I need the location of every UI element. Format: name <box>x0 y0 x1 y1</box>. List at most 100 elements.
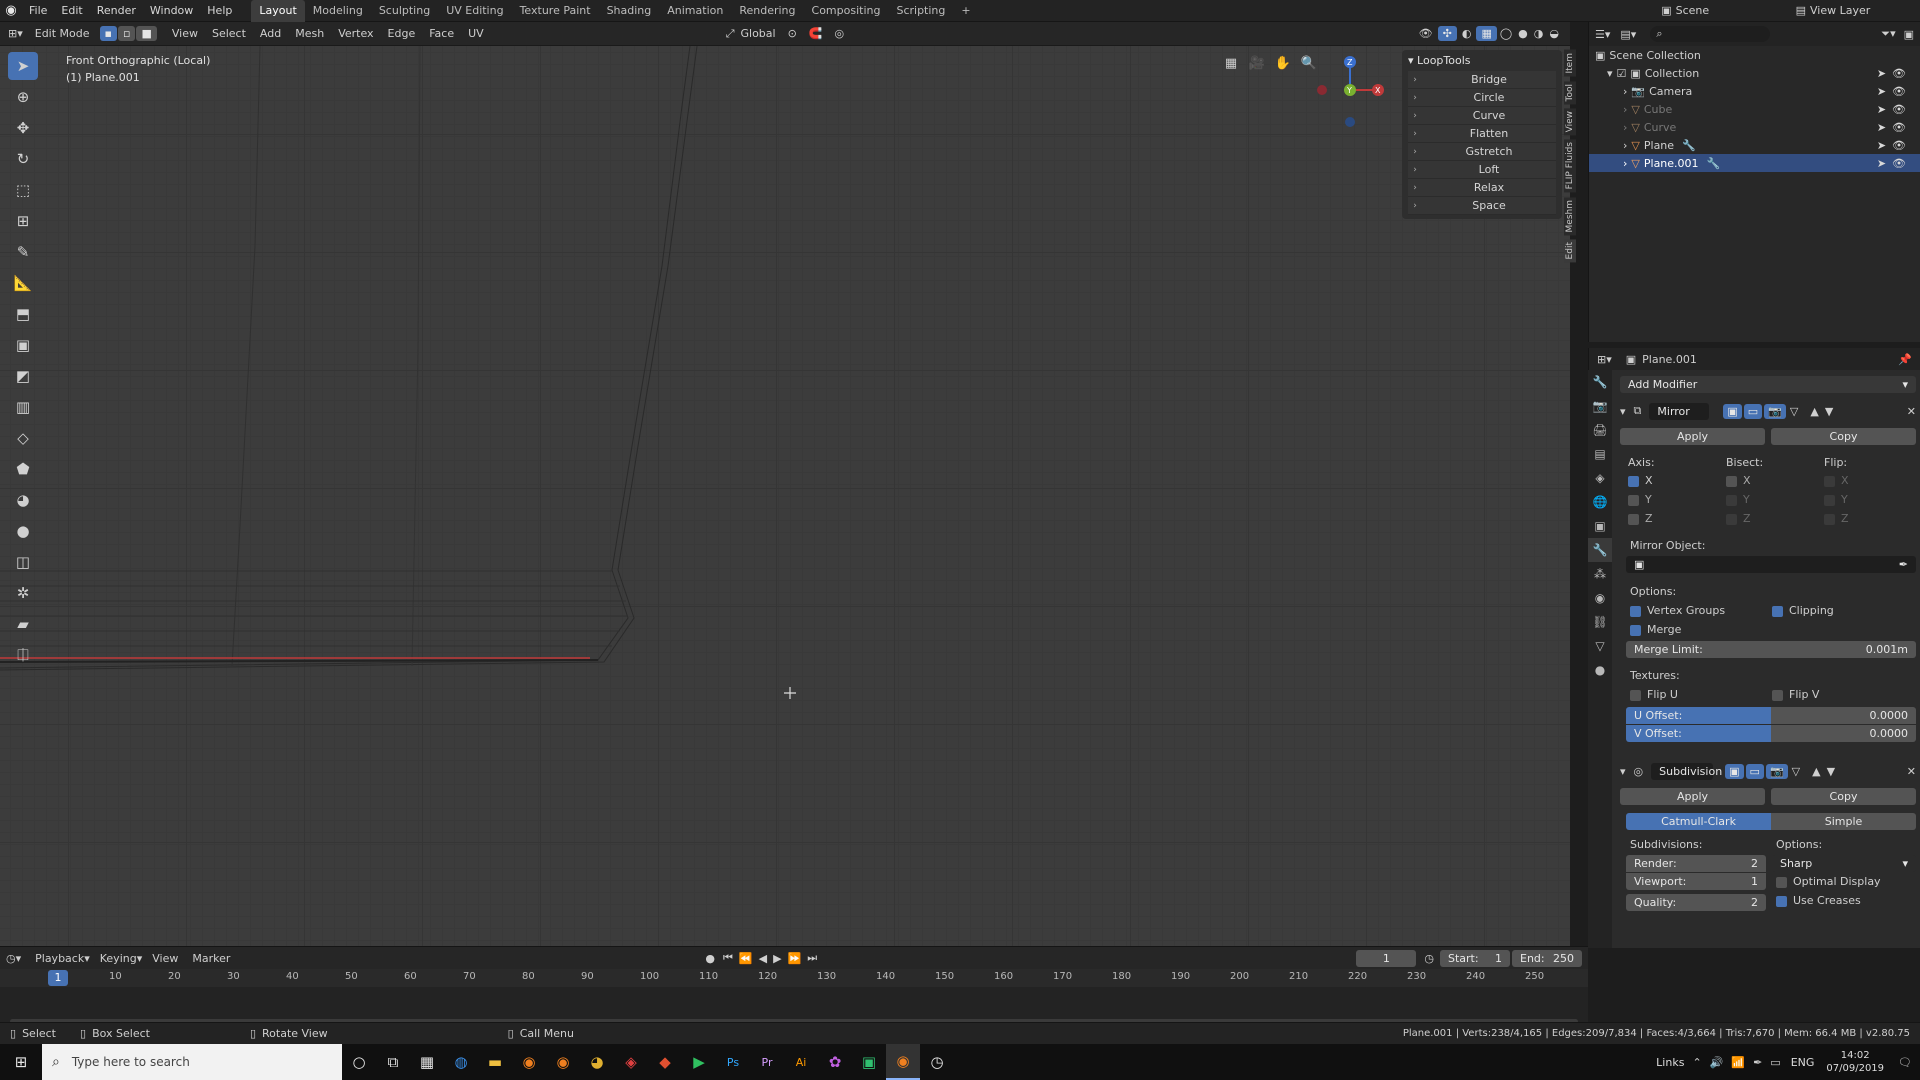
solid-shading-icon[interactable]: ● <box>1515 27 1531 40</box>
display-mode-icon[interactable]: ▤▾ <box>1620 28 1636 41</box>
tab-compositing[interactable]: Compositing <box>804 0 889 22</box>
bisect-y-checkbox[interactable]: Y <box>1726 493 1750 506</box>
axis-z-checkbox[interactable]: Z <box>1628 512 1653 525</box>
render-toggle-icon[interactable]: 📷 <box>1765 763 1788 779</box>
flip-z-checkbox[interactable]: Z <box>1824 512 1849 525</box>
output-tab-icon[interactable]: 🖨 <box>1588 418 1612 442</box>
simple-button[interactable]: Simple <box>1771 813 1916 830</box>
tab-animation[interactable]: Animation <box>659 0 731 22</box>
constraints-tab-icon[interactable]: ⛓ <box>1588 610 1612 634</box>
outliner-scene-collection[interactable]: ▣ Scene Collection <box>1589 46 1920 64</box>
outliner-item-curve[interactable]: › ▽ Curve ➤👁 <box>1589 118 1920 136</box>
3d-viewport[interactable]: Front Orthographic (Local) (1) Plane.001… <box>0 46 1570 946</box>
object-tab-icon[interactable]: ▣ <box>1588 514 1612 538</box>
menu-window[interactable]: Window <box>143 0 200 22</box>
start-frame-field[interactable]: Start: 1 <box>1440 949 1510 967</box>
pen-icon[interactable]: ✒ <box>1753 1056 1762 1069</box>
notification-icon[interactable]: 🗨 <box>1898 1056 1912 1069</box>
viewport-levels-field[interactable]: Viewport: 1 <box>1626 873 1766 890</box>
merge-checkbox[interactable]: Merge <box>1630 623 1681 636</box>
new-collection-icon[interactable]: ▣ <box>1904 28 1914 41</box>
playhead[interactable]: 1 <box>48 970 68 986</box>
blender-logo-icon[interactable]: ◉ <box>0 3 22 18</box>
menu-add[interactable]: Add <box>253 22 288 46</box>
tab-texture-paint[interactable]: Texture Paint <box>512 0 599 22</box>
edge-select-icon[interactable]: ▫ <box>118 26 136 41</box>
clipping-checkbox[interactable]: Clipping <box>1772 604 1834 617</box>
cage-toggle-icon[interactable]: ▽ <box>1792 765 1800 778</box>
particles-tab-icon[interactable]: ⁂ <box>1588 562 1612 586</box>
app-red-icon[interactable]: ◈ <box>614 1044 648 1080</box>
v-offset-field[interactable]: V Offset: 0.0000 <box>1626 725 1916 742</box>
timeline-editor-icon[interactable]: ◷▾ <box>6 952 21 965</box>
mirror-name-field[interactable]: Mirror <box>1649 402 1710 420</box>
subdivision-copy-button[interactable]: Copy <box>1771 788 1916 805</box>
expand-arrow-icon[interactable]: › <box>1623 139 1627 152</box>
taskbar-search-input[interactable]: ⌕ Type here to search <box>42 1044 342 1080</box>
mesh-wireframe[interactable] <box>0 46 1570 946</box>
play-icon[interactable]: ▶ <box>770 952 784 965</box>
subdivision-name-field[interactable]: Subdivision <box>1651 762 1722 780</box>
media-player-icon[interactable]: ▶ <box>682 1044 716 1080</box>
transform-tool-icon[interactable]: ⊞ <box>8 207 38 235</box>
render-toggle-icon[interactable]: 📷 <box>1764 403 1786 419</box>
visibility-toggle-icon[interactable]: ➤👁 <box>1877 103 1912 116</box>
uv-smooth-dropdown[interactable]: Sharp ▾ <box>1772 855 1916 872</box>
shrink-fatten-tool-icon[interactable]: ✲ <box>8 579 38 607</box>
inset-tool-icon[interactable]: ▣ <box>8 331 38 359</box>
gizmo-icon[interactable]: ✣ <box>1437 26 1457 41</box>
pan-hand-icon[interactable]: ✋ <box>1270 56 1296 71</box>
outliner-editor-icon[interactable]: ☰▾ <box>1595 28 1610 41</box>
snap-icon[interactable]: 🧲 <box>803 27 829 40</box>
network-icon[interactable]: 📶 <box>1731 1056 1745 1069</box>
face-select-icon[interactable]: ■ <box>136 26 157 41</box>
edge-browser-icon[interactable]: ◍ <box>444 1044 478 1080</box>
move-down-icon[interactable]: ▼ <box>1827 765 1835 778</box>
expand-arrow-icon[interactable]: › <box>1623 157 1627 170</box>
shear-tool-icon[interactable]: ▰ <box>8 610 38 638</box>
prev-keyframe-icon[interactable]: ⏪ <box>736 952 756 965</box>
tab-scripting[interactable]: Scripting <box>888 0 953 22</box>
vertex-groups-checkbox[interactable]: Vertex Groups <box>1630 604 1725 617</box>
camera-view-icon[interactable]: 🎥 <box>1244 56 1270 71</box>
overlay-icon[interactable]: ◐ <box>1457 27 1477 40</box>
rip-tool-icon[interactable]: ⎅ <box>8 641 38 669</box>
move-down-icon[interactable]: ▼ <box>1825 405 1833 418</box>
tray-app-icon[interactable]: ▭ <box>1770 1056 1780 1069</box>
loop-cut-tool-icon[interactable]: ▥ <box>8 393 38 421</box>
tab-meshm[interactable]: Meshm <box>1564 196 1576 236</box>
tab-rendering[interactable]: Rendering <box>731 0 803 22</box>
catmull-clark-button[interactable]: Catmull-Clark <box>1626 813 1771 830</box>
next-keyframe-icon[interactable]: ⏩ <box>785 952 805 965</box>
cortana-icon[interactable]: ○ <box>342 1044 376 1080</box>
orientation-selector[interactable]: Global <box>735 27 782 40</box>
orientation-gizmo[interactable]: Z X Y <box>1312 50 1392 130</box>
xray-icon[interactable]: ▦ <box>1476 26 1497 41</box>
bevel-tool-icon[interactable]: ◩ <box>8 362 38 390</box>
view-layer-tab-icon[interactable]: ▤ <box>1588 442 1612 466</box>
visibility-toggle-icon[interactable]: ➤👁 <box>1877 121 1912 134</box>
play-reverse-icon[interactable]: ◀ <box>756 952 770 965</box>
pin-icon[interactable]: 📌 <box>1898 353 1912 366</box>
scene-tab-icon[interactable]: ◈ <box>1588 466 1612 490</box>
data-tab-icon[interactable]: ▽ <box>1588 634 1612 658</box>
modifier-tab-icon[interactable]: 🔧 <box>1588 538 1612 562</box>
jump-end-icon[interactable]: ⏭ <box>804 951 820 965</box>
add-workspace-icon[interactable]: + <box>953 0 978 22</box>
menu-edit[interactable]: Edit <box>54 0 89 22</box>
expand-arrow-icon[interactable]: › <box>1623 103 1627 116</box>
outliner-search-input[interactable]: ⌕ <box>1650 26 1771 42</box>
record-icon[interactable]: ● <box>700 952 720 965</box>
tray-chevron-icon[interactable]: ⌃ <box>1692 1056 1701 1069</box>
view-layer-name[interactable]: View Layer <box>1810 4 1910 17</box>
mirror-apply-button[interactable]: Apply <box>1620 428 1765 445</box>
menu-playback[interactable]: Playback <box>35 952 84 965</box>
visibility-icon[interactable]: 👁 <box>1414 27 1438 40</box>
select-tool-icon[interactable]: ➤ <box>8 52 38 80</box>
render-levels-field[interactable]: Render: 2 <box>1626 855 1766 872</box>
viewport-toggle-icon[interactable]: ▭ <box>1743 403 1763 419</box>
quality-field[interactable]: Quality: 2 <box>1626 894 1766 911</box>
wireframe-shading-icon[interactable]: ◯ <box>1497 27 1515 40</box>
menu-timeline-view[interactable]: View <box>152 952 178 965</box>
smooth-tool-icon[interactable]: ● <box>8 517 38 545</box>
